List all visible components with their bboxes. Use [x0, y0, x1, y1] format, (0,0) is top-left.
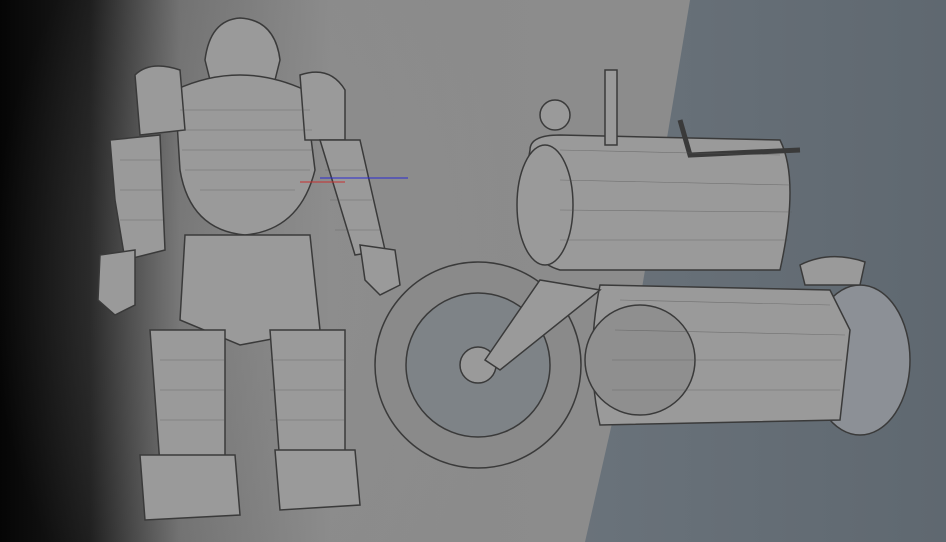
motorcycle-model: [374, 69, 911, 469]
render-viewport: [0, 0, 946, 542]
headlamp: [539, 99, 571, 131]
exhaust-stack: [604, 69, 618, 146]
boiler-front-cap: [516, 144, 574, 266]
seat: [799, 255, 866, 286]
